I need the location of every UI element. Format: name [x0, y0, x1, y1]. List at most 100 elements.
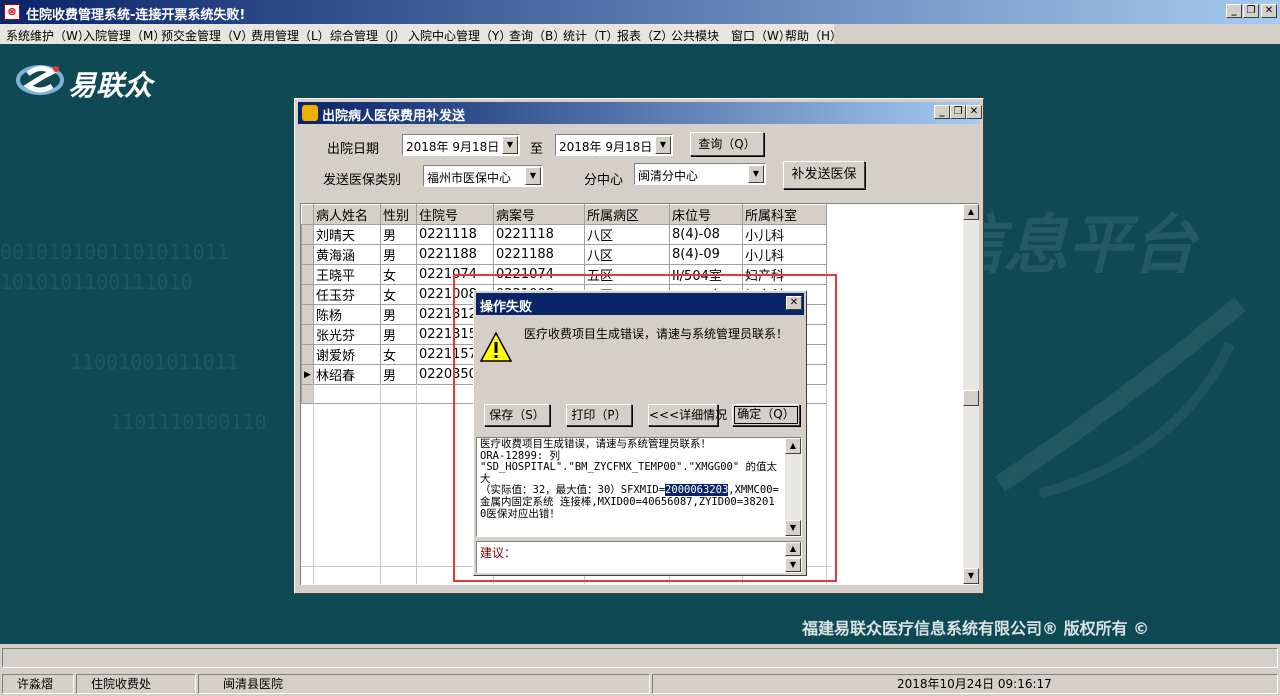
table-cell[interactable]: 男: [380, 304, 417, 325]
app-icon[interactable]: ⊗: [4, 4, 20, 20]
subcenter-select[interactable]: 闽清分中心 ▼: [634, 163, 766, 185]
table-cell[interactable]: 男: [380, 324, 417, 345]
bg-swirl-decoration: [995, 297, 1246, 499]
table-row[interactable]: 黄海涵 男 0221188 0221188 八区 8(4)-09 小儿科: [301, 244, 827, 265]
row-indicator: [301, 244, 314, 265]
insurance-type-label: 发送医保类别: [323, 173, 402, 188]
table-cell[interactable]: 0221188: [493, 244, 585, 265]
table-row[interactable]: 刘晴天 男 0221118 0221118 八区 8(4)-08 小儿科: [301, 224, 827, 245]
detail-scrollbar[interactable]: ▲ ▼: [785, 438, 801, 536]
save-button[interactable]: 保存（S）: [484, 404, 550, 426]
table-cell[interactable]: 刘晴天: [313, 224, 381, 245]
grid-vertical-scrollbar[interactable]: ▲ ▼: [963, 204, 979, 584]
table-cell[interactable]: 林绍春: [313, 364, 381, 385]
menu-reports[interactable]: 报表（Z）: [617, 27, 673, 44]
row-indicator: [301, 284, 314, 305]
table-cell[interactable]: 谢爱娇: [313, 344, 381, 365]
table-cell[interactable]: 男: [380, 364, 417, 385]
column-header[interactable]: 病案号: [493, 204, 585, 225]
scroll-down-icon[interactable]: ▼: [785, 520, 801, 536]
resend-insurance-button[interactable]: 补发送医保: [783, 161, 865, 189]
table-cell[interactable]: II/504室: [669, 264, 743, 285]
table-cell[interactable]: 女: [380, 284, 417, 305]
ok-button[interactable]: 确定（Q）: [732, 404, 800, 426]
dialog-close-button[interactable]: ✕: [786, 296, 802, 310]
table-row[interactable]: 王晓平 女 0221074 0221074 五区 II/504室 妇产科: [301, 264, 827, 285]
scroll-thumb[interactable]: [963, 390, 979, 406]
restore-button[interactable]: ❐: [1243, 4, 1259, 18]
column-header[interactable]: 所属科室: [742, 204, 827, 225]
advice-scrollbar[interactable]: ▲ ▼: [785, 542, 801, 572]
table-cell[interactable]: 小儿科: [742, 224, 827, 245]
column-header[interactable]: 住院号: [416, 204, 494, 225]
table-cell[interactable]: 8(4)-08: [669, 224, 743, 245]
menu-expense[interactable]: 费用管理（L）: [251, 27, 330, 44]
table-cell[interactable]: 0221118: [493, 224, 585, 245]
minimize-button[interactable]: _: [1226, 4, 1242, 18]
table-cell[interactable]: 0221118: [416, 224, 494, 245]
copyright-text: 福建易联众医疗信息系统有限公司® 版权所有 ©: [802, 619, 1150, 638]
menu-help[interactable]: 帮助（H）: [785, 27, 842, 44]
bg-binary-decoration: 1101110100110: [110, 410, 267, 434]
table-cell[interactable]: 任玉芬: [313, 284, 381, 305]
table-cell[interactable]: 妇产科: [742, 264, 827, 285]
table-cell[interactable]: 男: [380, 244, 417, 265]
chevron-down-icon[interactable]: ▼: [525, 167, 541, 185]
advice-label: 建议：: [480, 546, 517, 560]
column-header[interactable]: 性别: [380, 204, 417, 225]
column-header[interactable]: 床位号: [669, 204, 743, 225]
logo-text: 易联众: [68, 69, 153, 102]
table-cell[interactable]: 八区: [584, 224, 670, 245]
table-cell[interactable]: 0221074: [416, 264, 494, 285]
date-to-picker[interactable]: 2018年 9月18日 ▼: [555, 134, 673, 156]
menu-deposit[interactable]: 预交金管理（V）: [161, 27, 253, 44]
table-cell[interactable]: 小儿科: [742, 244, 827, 265]
error-detail-textarea[interactable]: 医疗收费项目生成错误，请速与系统管理员联系！ ORA-12899: 列 "SD_…: [476, 437, 802, 537]
print-button[interactable]: 打印（P）: [566, 404, 632, 426]
table-cell[interactable]: 女: [380, 344, 417, 365]
table-cell[interactable]: 0221188: [416, 244, 494, 265]
scroll-down-icon[interactable]: ▼: [785, 558, 801, 572]
scroll-up-icon[interactable]: ▲: [785, 542, 801, 556]
table-cell[interactable]: 陈杨: [313, 304, 381, 325]
scroll-down-icon[interactable]: ▼: [963, 568, 979, 584]
table-cell[interactable]: 男: [380, 224, 417, 245]
child-minimize-button[interactable]: _: [934, 105, 950, 119]
menu-statistics[interactable]: 统计（T）: [563, 27, 618, 44]
date-from-picker[interactable]: 2018年 9月18日 ▼: [402, 134, 520, 156]
discharge-date-label: 出院日期: [327, 142, 380, 157]
table-cell[interactable]: 8(4)-09: [669, 244, 743, 265]
query-button[interactable]: 查询（Q）: [690, 132, 764, 156]
menu-public-module[interactable]: 公共模块: [671, 27, 719, 44]
table-cell[interactable]: 五区: [584, 264, 670, 285]
subcenter-value: 闽清分中心: [638, 169, 699, 183]
table-cell[interactable]: 女: [380, 264, 417, 285]
menu-window[interactable]: 窗口（W）: [731, 27, 791, 44]
table-cell[interactable]: 0221074: [493, 264, 585, 285]
menu-admission-center[interactable]: 入院中心管理（Y）: [408, 27, 511, 44]
bg-binary-decoration: 0010101001101011011: [0, 240, 229, 264]
scroll-up-icon[interactable]: ▲: [963, 204, 979, 220]
insurance-type-select[interactable]: 福州市医保中心 ▼: [423, 165, 543, 187]
table-cell[interactable]: 黄海涵: [313, 244, 381, 265]
chevron-down-icon[interactable]: ▼: [748, 165, 764, 183]
table-cell[interactable]: 张光芬: [313, 324, 381, 345]
menu-comprehensive[interactable]: 综合管理（J）: [330, 27, 406, 44]
table-cell[interactable]: 王晓平: [313, 264, 381, 285]
child-restore-button[interactable]: ❐: [950, 105, 966, 119]
menu-admission[interactable]: 入院管理（M）: [83, 27, 165, 44]
chevron-down-icon[interactable]: ▼: [502, 136, 518, 154]
scroll-up-icon[interactable]: ▲: [785, 438, 801, 454]
toolbar-inset: [2, 648, 1278, 668]
chevron-down-icon[interactable]: ▼: [655, 136, 671, 154]
menu-query[interactable]: 查询（B）: [509, 27, 565, 44]
column-header[interactable]: 所属病区: [584, 204, 670, 225]
table-cell[interactable]: 八区: [584, 244, 670, 265]
column-header[interactable]: 病人姓名: [313, 204, 381, 225]
error-detail-text: 医疗收费项目生成错误，请速与系统管理员联系！ ORA-12899: 列 "SD_…: [480, 438, 780, 520]
child-close-button[interactable]: ✕: [966, 105, 982, 119]
advice-textarea[interactable]: 建议： ▲ ▼: [476, 541, 802, 573]
menu-system-maintenance[interactable]: 系统维护（W）: [6, 27, 90, 44]
details-toggle-button[interactable]: <<<详细情况: [648, 404, 727, 426]
close-button[interactable]: ✕: [1261, 4, 1277, 18]
